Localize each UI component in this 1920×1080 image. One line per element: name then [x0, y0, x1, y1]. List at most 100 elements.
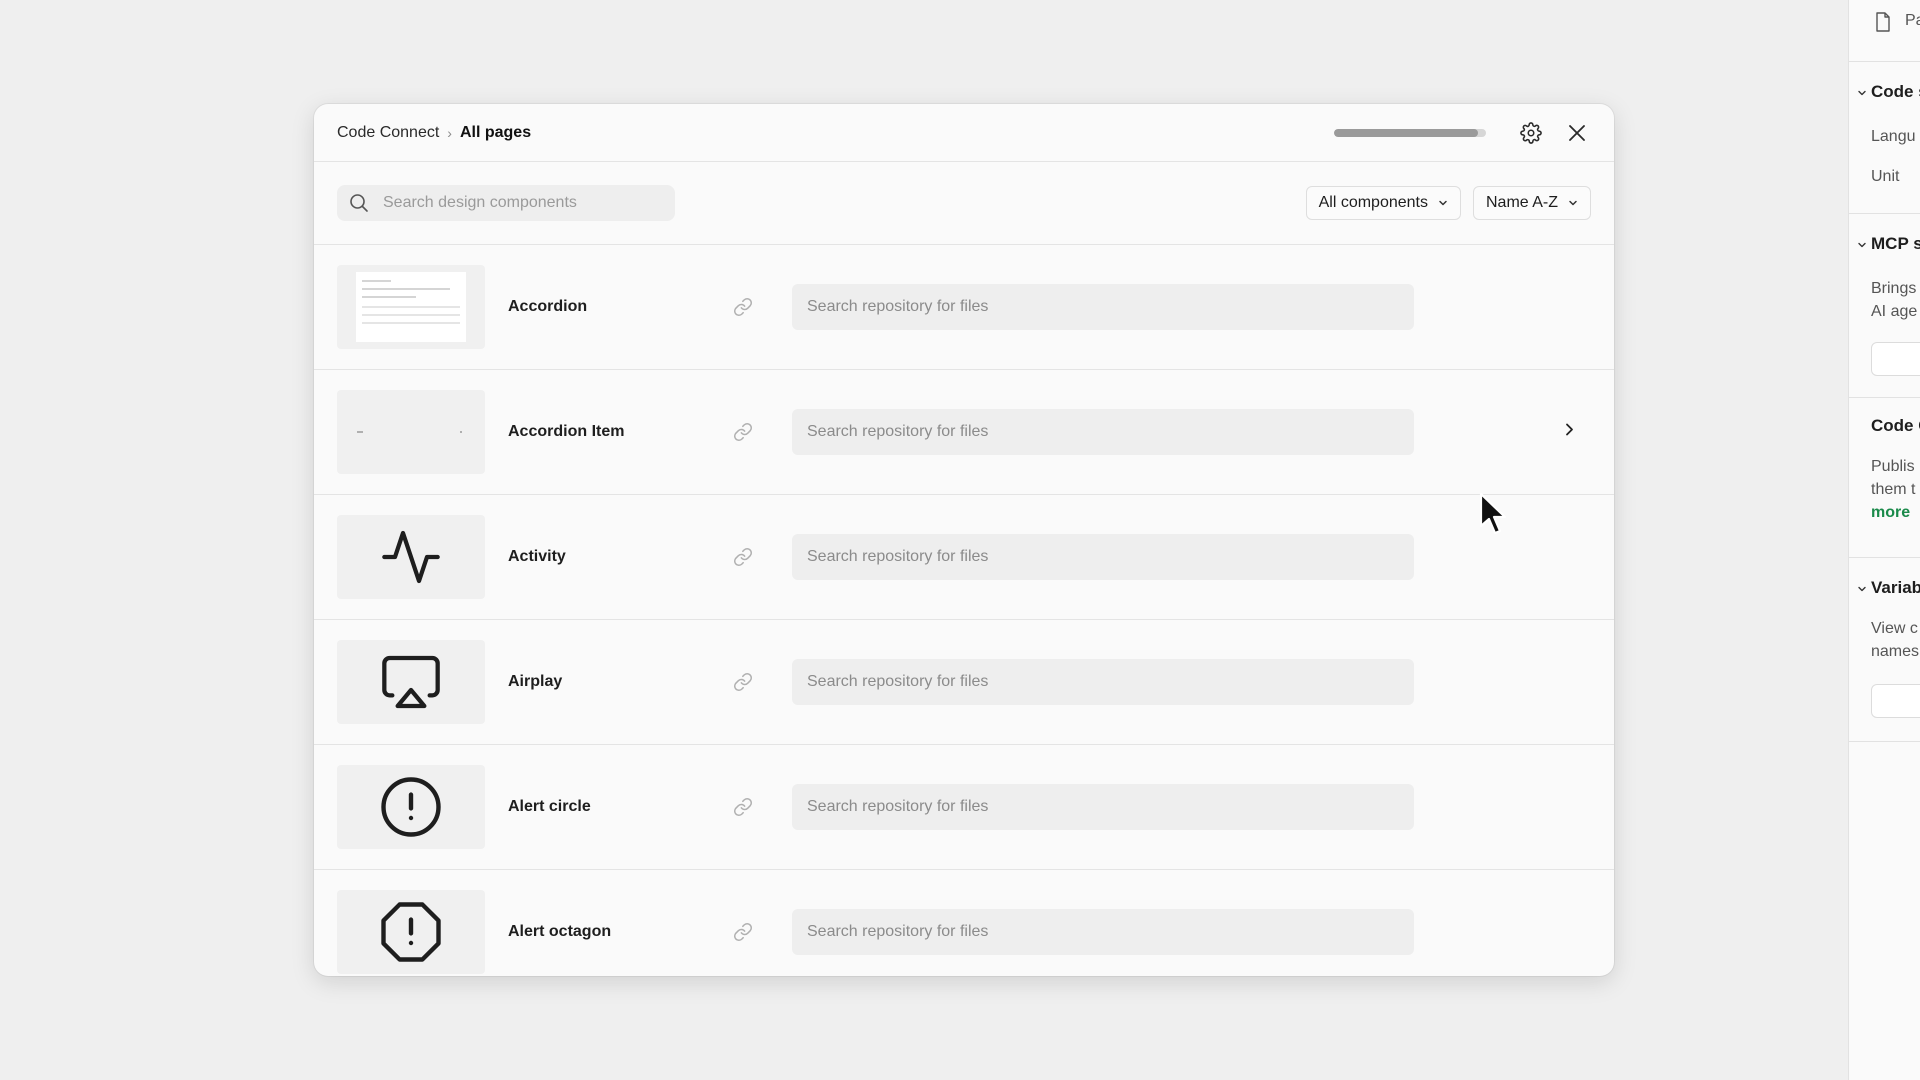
link-button[interactable] [728, 547, 758, 567]
side-section-variables: Variab View c names [1849, 558, 1920, 742]
component-thumbnail [337, 640, 485, 724]
side-page-label[interactable]: Pa [1905, 12, 1920, 30]
link-icon [733, 422, 753, 442]
component-row[interactable]: Accordion [314, 245, 1614, 370]
repository-search-field[interactable] [792, 909, 1414, 955]
component-name: Accordion [508, 298, 588, 315]
chevron-right-icon [1566, 423, 1573, 436]
settings-button[interactable] [1516, 118, 1546, 148]
link-icon [733, 797, 753, 817]
code-connect-modal: Code Connect › All pages Search design c… [314, 104, 1614, 976]
side-mcp-button[interactable] [1871, 342, 1920, 376]
chevron-down-icon [1858, 242, 1866, 248]
side-code-connect-text: Publis [1871, 458, 1915, 475]
link-icon [733, 297, 753, 317]
repository-search-input[interactable] [807, 798, 1399, 816]
side-variables-text: View c [1871, 620, 1918, 637]
link-button[interactable] [728, 922, 758, 942]
chevron-down-icon [1439, 200, 1447, 206]
breadcrumb-parent[interactable]: Code Connect [337, 124, 439, 142]
repository-search-field[interactable] [792, 534, 1414, 580]
component-thumbnail [337, 265, 485, 349]
component-row[interactable]: Activity [314, 495, 1614, 620]
component-thumbnail [337, 515, 485, 599]
learn-more-link[interactable]: more [1871, 504, 1910, 522]
repository-search-field[interactable] [792, 659, 1414, 705]
side-variables-button[interactable] [1871, 684, 1920, 718]
gear-icon [1520, 121, 1542, 144]
side-section-mcp: MCP s Brings AI age [1849, 214, 1920, 398]
accordion-item-preview [357, 431, 462, 433]
breadcrumb-separator: › [447, 124, 452, 141]
search-icon [350, 194, 368, 212]
repository-search-input[interactable] [807, 923, 1399, 941]
component-thumbnail [337, 890, 485, 974]
progress-fill [1334, 128, 1479, 137]
close-icon [1569, 124, 1585, 141]
repository-search-input[interactable] [807, 548, 1399, 566]
component-name: Activity [508, 548, 566, 565]
link-button[interactable] [728, 297, 758, 317]
side-mcp-text: Brings [1871, 280, 1917, 297]
file-icon [1876, 12, 1890, 32]
breadcrumb: Code Connect › All pages [337, 124, 531, 142]
side-variables-text: names [1871, 643, 1920, 660]
filter-label: All components [1318, 194, 1428, 211]
link-icon [733, 922, 753, 942]
chevron-down-icon [1569, 200, 1577, 206]
alert-octagon-icon [381, 902, 441, 962]
alert-circle-icon [381, 777, 441, 837]
component-thumbnail [337, 765, 485, 849]
row-expand-button[interactable] [1562, 423, 1576, 442]
component-name: Alert circle [508, 798, 591, 815]
mouse-cursor-icon [1479, 492, 1507, 535]
component-row[interactable]: Airplay [314, 620, 1614, 745]
component-name: Accordion Item [508, 423, 625, 440]
link-icon [733, 547, 753, 567]
component-list: Accordion Accordion Item [314, 245, 1614, 976]
component-row[interactable]: Accordion Item [314, 370, 1614, 495]
breadcrumb-current: All pages [459, 123, 532, 141]
chevron-down-icon [1858, 586, 1866, 592]
close-button[interactable] [1562, 118, 1592, 148]
side-section-page: Pa [1849, 0, 1920, 62]
link-icon [733, 672, 753, 692]
accordion-preview [356, 272, 466, 342]
link-button[interactable] [728, 672, 758, 692]
component-row[interactable]: Alert circle [314, 745, 1614, 870]
repository-search-field[interactable] [792, 284, 1414, 330]
component-search[interactable] [337, 185, 675, 221]
toolbar: All components Name A-Z [314, 162, 1614, 245]
side-language-label: Langu [1871, 128, 1916, 145]
side-code-connect-text: them t [1871, 481, 1916, 498]
sort-label: Name A-Z [1485, 194, 1558, 211]
side-section-title[interactable]: Code s [1871, 82, 1920, 102]
component-name: Airplay [508, 673, 563, 690]
sort-dropdown[interactable]: Name A-Z [1472, 186, 1591, 220]
chevron-down-icon [1858, 90, 1866, 96]
airplay-icon [382, 655, 440, 709]
component-name: Alert octagon [508, 923, 612, 940]
component-row[interactable]: Alert octagon [314, 870, 1614, 976]
progress-bar [1334, 128, 1486, 137]
modal-header: Code Connect › All pages [314, 104, 1614, 162]
repository-search-field[interactable] [792, 784, 1414, 830]
activity-icon [382, 530, 440, 584]
side-section-title[interactable]: Variab [1871, 578, 1920, 598]
repository-search-input[interactable] [807, 423, 1399, 441]
properties-panel: Pa Code s Langu Unit MCP s Brings AI age… [1848, 0, 1920, 1080]
side-unit-label: Unit [1871, 168, 1900, 185]
repository-search-input[interactable] [807, 673, 1399, 691]
side-section-title: Code C [1871, 416, 1920, 435]
side-section-code-settings: Code s Langu Unit [1849, 62, 1920, 214]
repository-search-field[interactable] [792, 409, 1414, 455]
link-button[interactable] [728, 422, 758, 442]
component-thumbnail [337, 390, 485, 474]
repository-search-input[interactable] [807, 298, 1399, 316]
side-mcp-text: AI age [1871, 303, 1918, 320]
search-input[interactable] [383, 194, 653, 212]
side-section-code-connect: Code C Publis them t more [1849, 398, 1920, 558]
side-section-title[interactable]: MCP s [1871, 234, 1920, 254]
link-button[interactable] [728, 797, 758, 817]
component-filter-dropdown[interactable]: All components [1305, 186, 1461, 220]
